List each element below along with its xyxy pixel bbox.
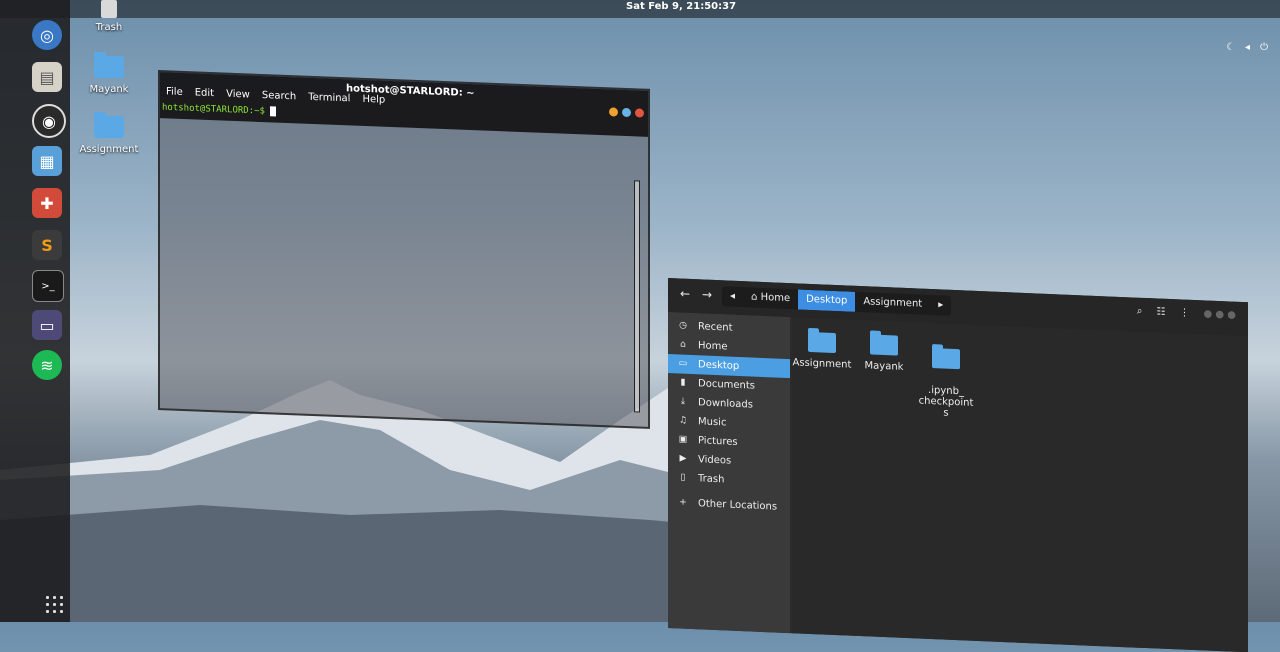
view-options-icon[interactable]: ☷ [1156,306,1165,317]
sidebar-item-label: Trash [698,473,725,486]
menu-terminal[interactable]: Terminal [308,92,350,105]
minimize-button[interactable] [609,107,618,117]
file-item-label: Assignment [792,357,852,371]
menu-help[interactable]: Help [362,94,385,106]
sidebar-item-label: Home [698,340,728,353]
window-buttons-icon[interactable]: ● ● ● [1203,308,1236,320]
files-icon[interactable]: ▤ [32,62,62,92]
system-tray[interactable]: ☾ ◂ ⏻ [1226,42,1268,53]
screen-icon[interactable]: ▭ [32,310,62,340]
files-toolbar: ⌕ ☷ ⋮ ● ● ● [1137,306,1236,321]
sidebar-item-label: Documents [698,378,756,392]
sublime-text-icon[interactable]: S [32,230,62,260]
maximize-button[interactable] [622,107,631,118]
back-arrow-icon[interactable]: ← [680,287,690,301]
video-icon: ▶ [679,453,687,464]
menu-icon[interactable]: ⋮ [1179,307,1189,318]
desktop-folder-assignment[interactable]: Assignment [74,112,144,155]
terminal-icon[interactable]: >_ [32,270,64,302]
libreoffice-writer-icon[interactable]: ▦ [32,146,62,176]
terminal-window[interactable]: hotshot@STARLORD: ~ File Edit View Searc… [158,70,650,429]
menu-view[interactable]: View [226,89,250,101]
window-controls [609,107,644,118]
crumb-prev-icon[interactable]: ◂ [722,286,743,307]
document-icon: ▮ [680,377,686,388]
plus-icon: + [679,497,687,508]
terminal-scrollbar[interactable] [634,180,640,413]
top-bar: Sat Feb 9, 21:50:37 [0,0,1280,18]
spotify-icon[interactable]: ≋ [32,350,62,380]
file-item-assignment[interactable]: Assignment [792,331,852,371]
sidebar-item-label: Pictures [698,435,738,448]
sidebar-item-label: Music [698,416,727,429]
sidebar-item-label: Other Locations [698,498,778,513]
crumb-next-icon[interactable]: ▸ [930,295,951,316]
files-content: Assignment Mayank .ipynb_ checkpoint s [792,317,1248,652]
terminal-prompt[interactable]: hotshot@STARLORD:~$ [162,102,277,117]
software-center-icon[interactable]: ✚ [32,188,62,218]
clock-icon: ◷ [679,320,687,331]
text-cursor [270,106,277,117]
file-manager-window[interactable]: ← → ◂ ⌂ Home Desktop Assignment ▸ ⌕ ☷ ⋮ … [668,278,1248,652]
prompt-text: hotshot@STARLORD:~$ [162,102,265,117]
folder-icon [808,331,836,354]
crumb-home-label: Home [760,291,791,305]
volume-icon[interactable]: ◂ [1245,42,1250,53]
folder-icon [870,334,898,356]
show-applications-icon[interactable] [44,594,64,614]
crumb-assignment[interactable]: Assignment [855,292,930,315]
desktop-folder-label: Mayank [89,84,129,95]
sidebar-item-label: Downloads [698,397,753,411]
desktop-trash-label: Trash [95,22,123,33]
download-icon: ⤓ [681,396,685,407]
folder-icon [94,112,124,138]
trash-icon [101,0,117,18]
desktop-icon: ▭ [678,358,688,369]
clock[interactable]: Sat Feb 9, 21:50:37 [626,1,736,12]
menu-file[interactable]: File [166,86,183,98]
desktop-trash[interactable]: Trash [74,0,144,33]
folder-icon [94,52,124,78]
sidebar-item-label: Recent [698,321,733,334]
sidebar-item-other-locations[interactable]: + Other Locations [668,493,790,517]
crumb-home[interactable]: ⌂ Home [743,287,798,309]
dock: ◎ ▤ ◉ ▦ ✚ S >_ ▭ ≋ [0,0,70,622]
music-icon: ♫ [678,415,688,426]
breadcrumb: ◂ ⌂ Home Desktop Assignment ▸ [722,286,952,316]
folder-icon [932,348,960,370]
moon-icon[interactable]: ☾ [1226,42,1235,53]
file-item-label: .ipynb_ checkpoint s [918,384,974,419]
menu-edit[interactable]: Edit [195,87,214,99]
rhythmbox-icon[interactable]: ◉ [32,104,66,138]
power-icon[interactable]: ⏻ [1260,42,1268,53]
desktop-folder-mayank[interactable]: Mayank [74,52,144,95]
home-icon: ⌂ [680,339,686,350]
trash-icon: ▯ [680,472,686,483]
menu-search[interactable]: Search [262,90,296,102]
desktop-folder-label: Assignment [79,144,139,155]
sidebar-item-label: Desktop [698,359,740,372]
forward-arrow-icon[interactable]: → [702,287,712,301]
picture-icon: ▣ [678,434,688,445]
sidebar-item-label: Videos [698,454,732,467]
close-button[interactable] [635,108,644,118]
file-item-mayank[interactable]: Mayank [854,334,914,374]
file-item-label: Mayank [864,360,904,373]
chromium-icon[interactable]: ◎ [32,20,62,50]
files-sidebar: ◷ Recent ⌂ Home ▭ Desktop ▮ Documents ⤓ Downl… [668,312,790,634]
crumb-desktop[interactable]: Desktop [798,289,856,312]
file-item-ipynb-checkpoints[interactable]: .ipynb_ checkpoint s [916,336,976,420]
search-icon[interactable]: ⌕ [1137,306,1143,317]
